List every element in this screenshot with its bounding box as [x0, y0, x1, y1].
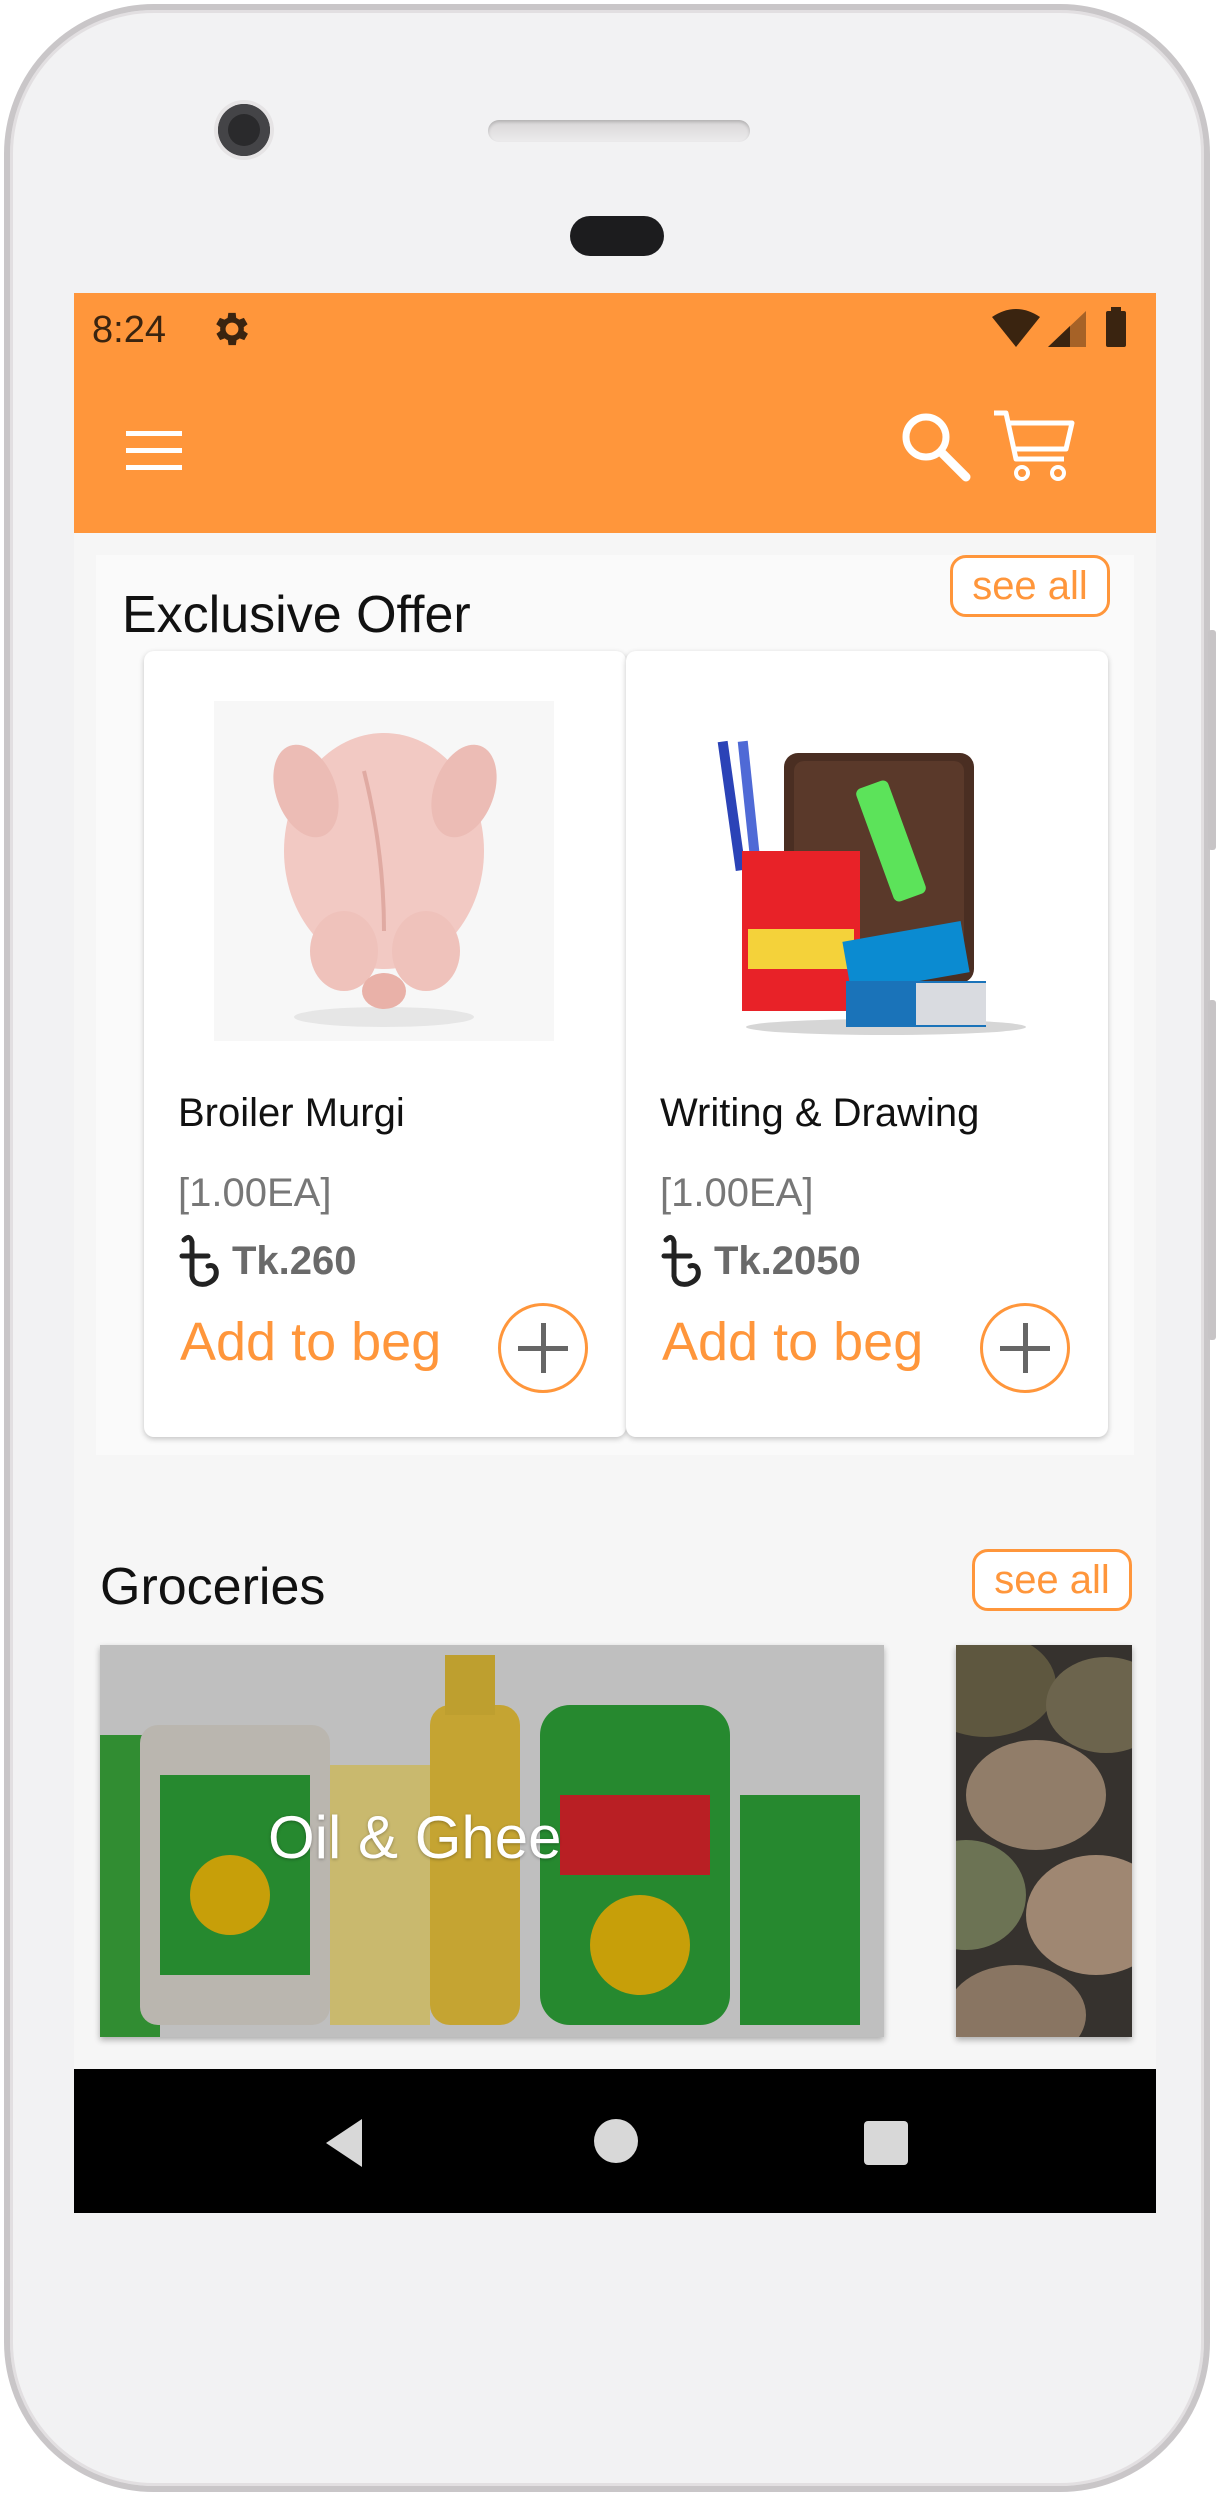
- power-button: [1208, 630, 1216, 850]
- menu-icon[interactable]: [126, 429, 186, 473]
- add-to-bag-button[interactable]: [498, 1303, 588, 1393]
- wifi-icon: [992, 309, 1040, 347]
- taka-icon: [661, 1234, 701, 1287]
- battery-icon: [1106, 307, 1126, 347]
- price-value: Tk.2050: [714, 1238, 861, 1283]
- app-screen: 8:24 Exclusive Offer see all Broiler Mur…: [74, 293, 1156, 2213]
- back-icon[interactable]: [322, 2117, 366, 2169]
- chicken-image: [214, 701, 554, 1041]
- category-banner-lentils[interactable]: [956, 1645, 1132, 2037]
- gear-icon: [216, 312, 248, 346]
- product-card[interactable]: Writing & Drawing [1.00EA] Tk.2050 Add t…: [626, 651, 1108, 1437]
- section-title: Exclusive Offer: [122, 586, 471, 644]
- front-camera: [218, 104, 270, 156]
- earpiece-speaker: [488, 120, 750, 142]
- product-name: Broiler Murgi: [178, 1091, 405, 1135]
- product-price: Tk.260: [178, 1231, 357, 1291]
- product-card[interactable]: Broiler Murgi [1.00EA] Tk.260 Add to beg: [144, 651, 626, 1437]
- add-to-bag-label[interactable]: Add to beg: [180, 1311, 441, 1373]
- see-all-button[interactable]: see all: [972, 1549, 1132, 1611]
- see-all-button[interactable]: see all: [950, 555, 1110, 617]
- exclusive-offer-section: Exclusive Offer see all Broiler Murgi [1…: [96, 555, 1134, 1455]
- proximity-sensor: [570, 216, 664, 256]
- add-to-bag-button[interactable]: [980, 1303, 1070, 1393]
- taka-icon: [179, 1234, 219, 1287]
- product-qty: [1.00EA]: [178, 1171, 332, 1215]
- signal-icon: [1048, 311, 1086, 347]
- search-icon[interactable]: [898, 409, 974, 485]
- section-title: Groceries: [100, 1558, 326, 1616]
- product-name: Writing & Drawing: [660, 1091, 980, 1135]
- home-icon[interactable]: [594, 2119, 638, 2163]
- price-value: Tk.260: [232, 1238, 357, 1283]
- status-time: 8:24: [92, 309, 166, 351]
- volume-button: [1208, 1000, 1216, 1340]
- product-qty: [1.00EA]: [660, 1171, 814, 1215]
- category-label: Oil & Ghee: [268, 1804, 562, 1871]
- lentils-image: [956, 1645, 1132, 2037]
- category-banner-oil-ghee[interactable]: Oil & Ghee: [100, 1645, 884, 2037]
- phone-frame: 8:24 Exclusive Offer see all Broiler Mur…: [4, 4, 1216, 2492]
- cart-icon[interactable]: [992, 407, 1076, 485]
- app-bar: 8:24: [74, 293, 1156, 533]
- product-price: Tk.2050: [660, 1231, 861, 1291]
- recents-icon[interactable]: [864, 2121, 908, 2165]
- add-to-bag-label[interactable]: Add to beg: [662, 1311, 923, 1373]
- system-nav-bar: [74, 2069, 1156, 2213]
- status-icons: [992, 307, 1126, 347]
- stationery-image: [696, 701, 1036, 1041]
